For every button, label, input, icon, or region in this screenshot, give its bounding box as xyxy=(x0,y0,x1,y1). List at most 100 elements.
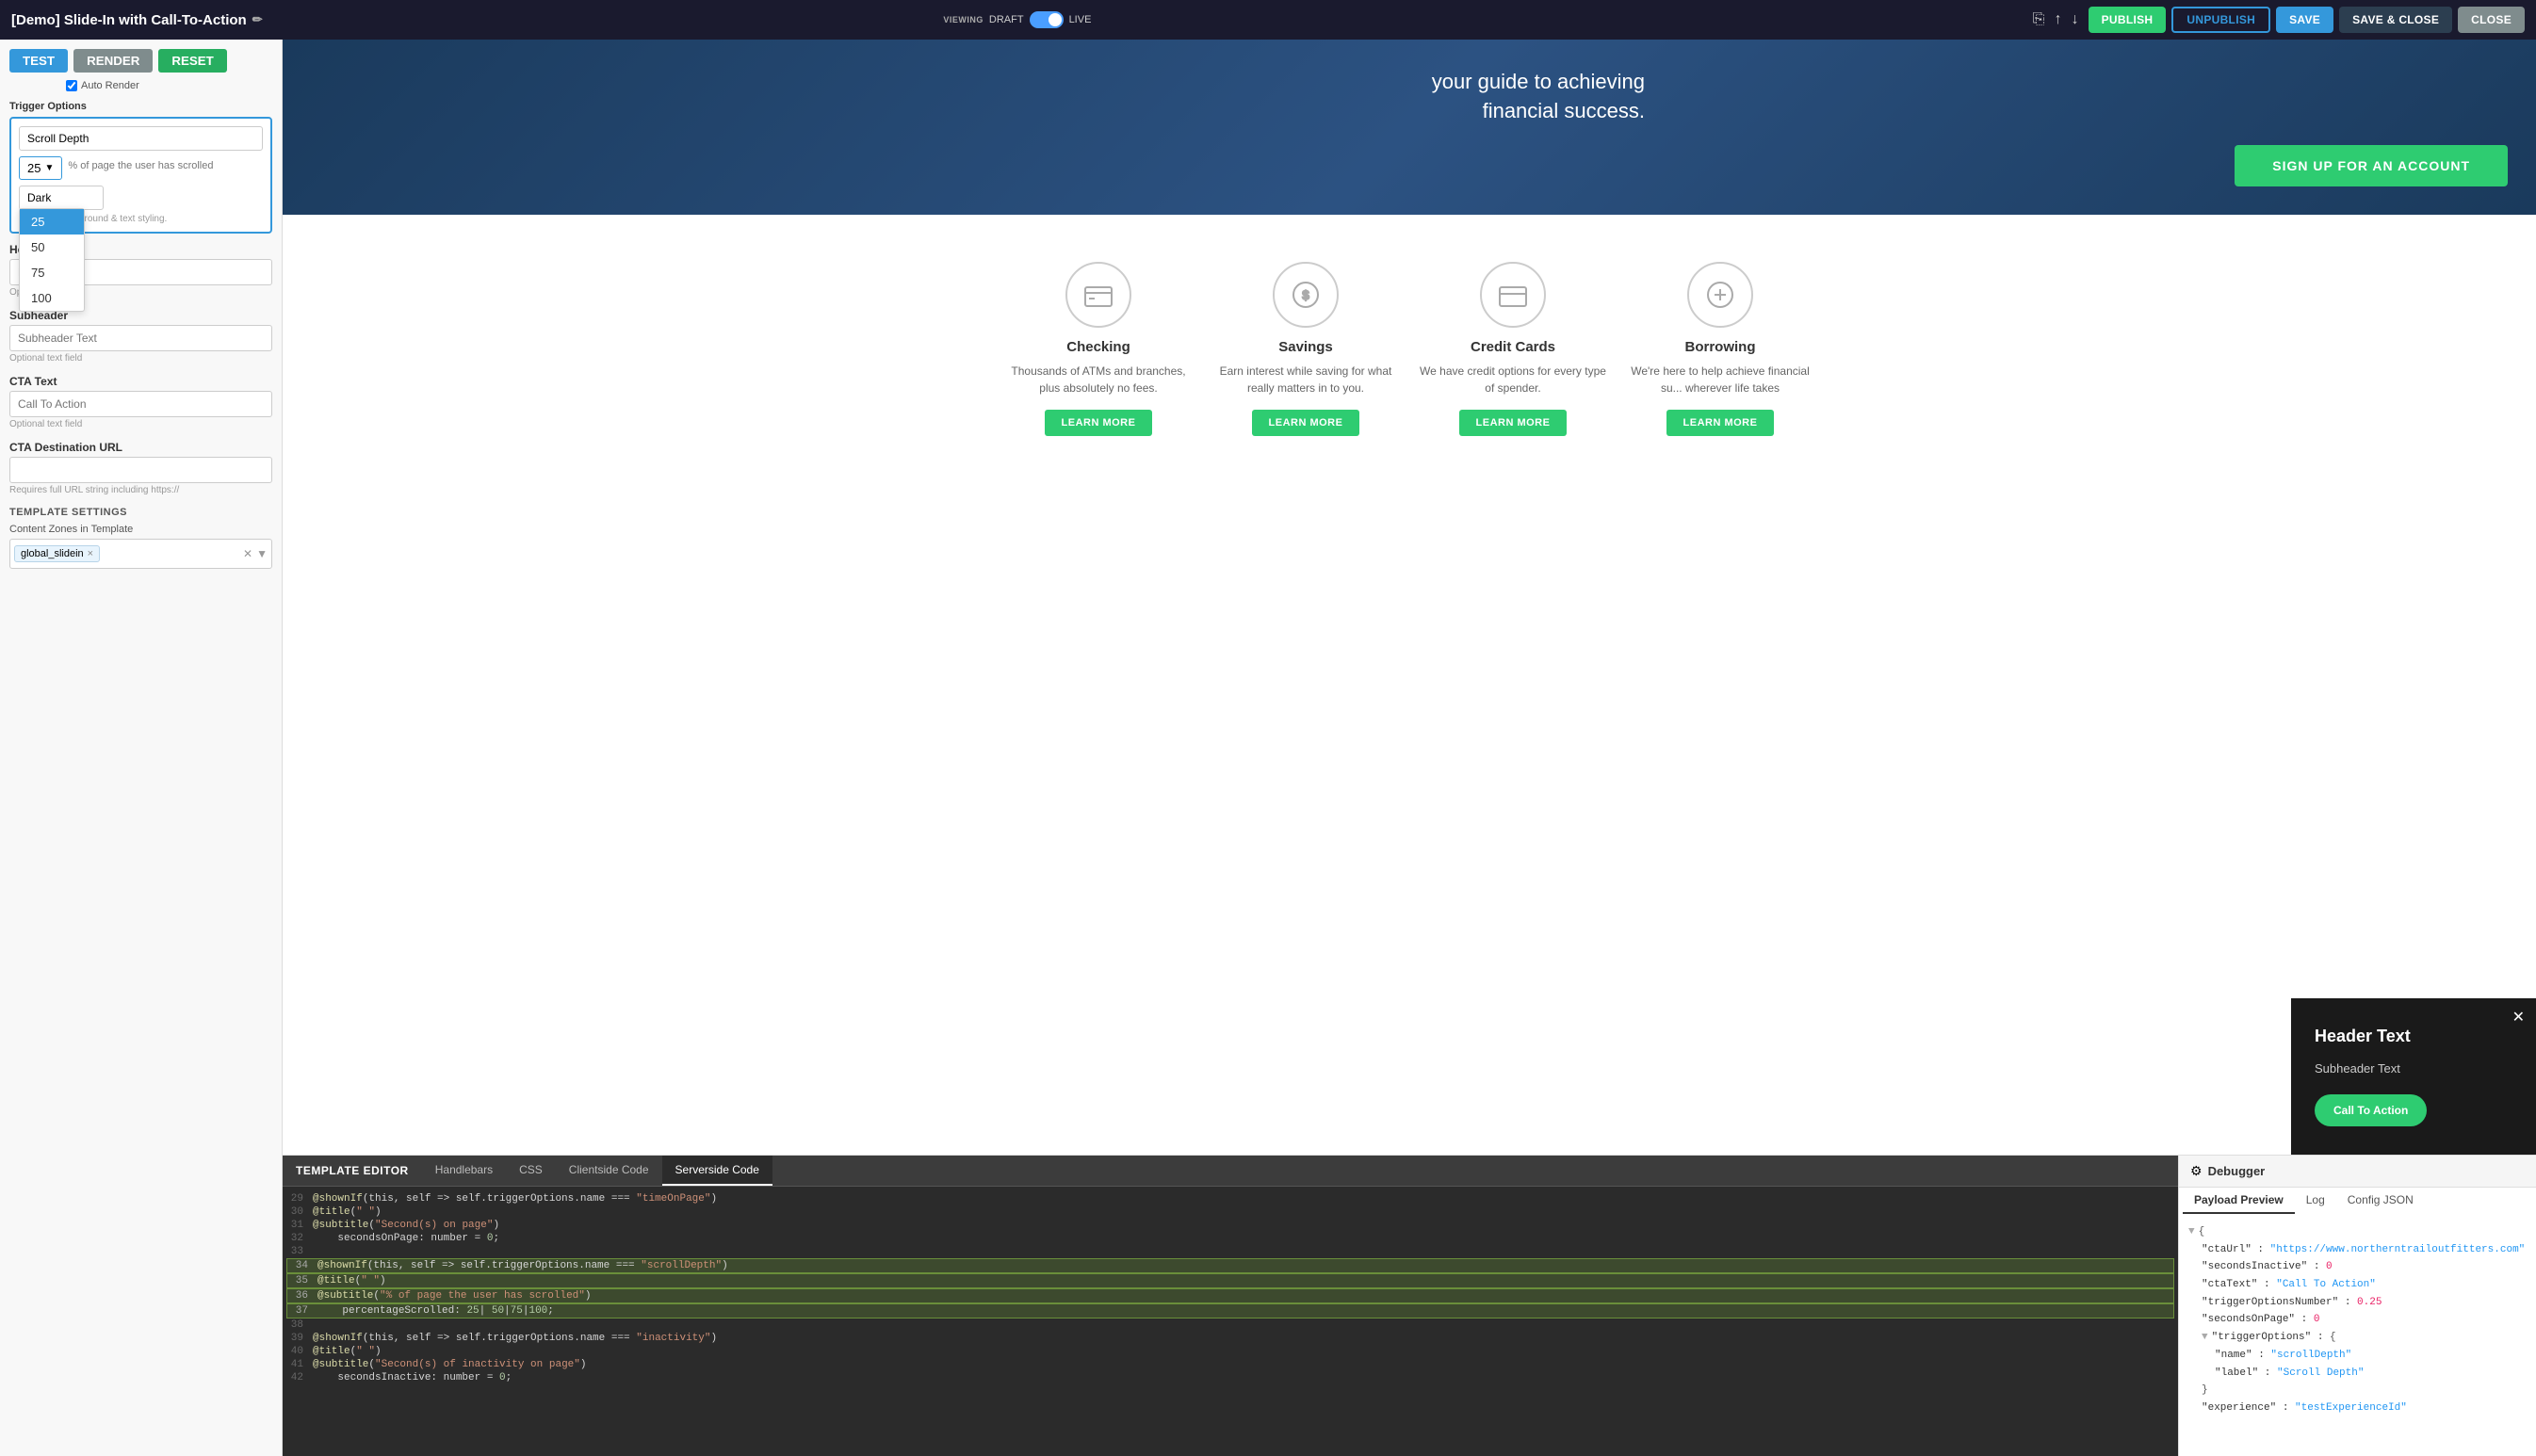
popup-close-button[interactable]: ✕ xyxy=(2512,1008,2525,1027)
trigger-description: % of page the user has scrolled xyxy=(68,160,213,171)
json-cta-text: "ctaText" : "Call To Action" xyxy=(2202,1276,2527,1294)
preview-area: your guide to achieving financial succes… xyxy=(283,40,2536,1155)
preview-hero: your guide to achieving financial succes… xyxy=(283,40,2536,215)
tab-log[interactable]: Log xyxy=(2295,1188,2336,1214)
save-close-button[interactable]: SAVE & CLOSE xyxy=(2339,7,2452,33)
dropdown-item-75[interactable]: 75 xyxy=(20,260,84,285)
upload-icon[interactable]: ↑ xyxy=(2055,11,2062,28)
auto-render-label: Auto Render xyxy=(81,80,139,91)
dropdown-item-50[interactable]: 50 xyxy=(20,235,84,260)
cta-url-label: CTA Destination URL xyxy=(9,441,272,454)
value-dropdown-trigger[interactable]: 25 ▼ xyxy=(19,156,62,180)
preview-content: your guide to achieving financial succes… xyxy=(283,40,2536,1155)
theme-select[interactable]: Dark Light xyxy=(19,186,104,210)
title-text: [Demo] Slide-In with Call-To-Action xyxy=(11,12,247,28)
action-buttons: PUBLISH UNPUBLISH SAVE SAVE & CLOSE CLOS… xyxy=(2089,7,2525,33)
tag-clear-button[interactable]: ✕ xyxy=(243,547,252,560)
hero-text: your guide to achieving financial succes… xyxy=(1174,68,1645,126)
main-layout: TEST RENDER RESET Auto Render Trigger Op… xyxy=(0,40,2536,1456)
value-row: 25 ▼ 25 50 75 100 % of page the user has… xyxy=(19,156,263,180)
card-savings: $ Savings Earn interest while saving for… xyxy=(1202,243,1409,455)
cta-text-label: CTA Text xyxy=(9,375,272,388)
tab-config-json[interactable]: Config JSON xyxy=(2336,1188,2425,1214)
close-button[interactable]: CLOSE xyxy=(2458,7,2525,33)
page-title: [Demo] Slide-In with Call-To-Action ✏ xyxy=(11,12,934,28)
json-cta-url: "ctaUrl" : "https://www.northerntrailout… xyxy=(2202,1241,2527,1259)
cta-text-section: CTA Text Optional text field xyxy=(9,375,272,429)
tab-clientside[interactable]: Clientside Code xyxy=(556,1156,662,1186)
template-editor: TEMPLATE EDITOR Handlebars CSS Clientsid… xyxy=(283,1156,2178,1456)
json-experience: "experience" : "testExperienceId" xyxy=(2202,1399,2527,1417)
code-line-31: 31 @subtitle("Second(s) on page") xyxy=(283,1219,2178,1232)
code-line-40: 40 @title(" ") xyxy=(283,1345,2178,1358)
trigger-options-label: Trigger Options xyxy=(9,101,272,112)
tag-value: global_slidein xyxy=(21,548,84,559)
dropdown-item-25[interactable]: 25 xyxy=(20,209,84,235)
debugger-header: ⚙ Debugger xyxy=(2179,1156,2536,1188)
cta-url-section: CTA Destination URL https://www.northern… xyxy=(9,441,272,495)
checking-learn-more[interactable]: LEARN MORE xyxy=(1045,410,1153,436)
debugger-content: ▼{ "ctaUrl" : "https://www.northerntrail… xyxy=(2179,1214,2536,1456)
copy-icon[interactable]: ⎘ xyxy=(2033,11,2045,28)
card-borrowing: Borrowing We're here to help achieve fin… xyxy=(1617,243,1824,455)
save-button[interactable]: SAVE xyxy=(2276,7,2333,33)
cta-url-note: Requires full URL string including https… xyxy=(9,485,272,495)
code-line-32: 32 secondsOnPage: number = 0; xyxy=(283,1232,2178,1245)
credit-learn-more[interactable]: LEARN MORE xyxy=(1459,410,1568,436)
popup-cta-button[interactable]: Call To Action xyxy=(2315,1094,2427,1126)
test-button[interactable]: TEST xyxy=(9,49,68,73)
cta-url-input[interactable]: https://www.northerntrailoutfitters.c xyxy=(9,457,272,483)
card-checking: Checking Thousands of ATMs and branches,… xyxy=(995,243,1202,455)
savings-icon: $ xyxy=(1273,262,1339,328)
editor-header: TEMPLATE EDITOR Handlebars CSS Clientsid… xyxy=(283,1156,2178,1187)
render-button[interactable]: RENDER xyxy=(73,49,153,73)
tag-global-slidein: global_slidein × xyxy=(14,545,100,562)
savings-learn-more[interactable]: LEARN MORE xyxy=(1252,410,1360,436)
live-label: LIVE xyxy=(1069,14,1092,25)
trigger-type-select[interactable]: Scroll Depth Time on Page Inactivity xyxy=(19,126,263,151)
tab-serverside[interactable]: Serverside Code xyxy=(662,1156,772,1186)
savings-desc: Earn interest while saving for what real… xyxy=(1211,363,1400,396)
json-trigger-options-open: ▼"triggerOptions" : { xyxy=(2202,1329,2527,1347)
json-open-brace: ▼{ xyxy=(2188,1223,2527,1241)
tag-dropdown-button[interactable]: ▼ xyxy=(256,547,268,560)
bottom-area: TEMPLATE EDITOR Handlebars CSS Clientsid… xyxy=(283,1155,2536,1456)
tab-css[interactable]: CSS xyxy=(506,1156,556,1186)
code-line-37: 37 percentageScrolled: 25| 50|75|100; xyxy=(286,1303,2174,1318)
json-seconds-inactive: "secondsInactive" : 0 xyxy=(2202,1258,2527,1276)
credit-title: Credit Cards xyxy=(1419,339,1607,355)
auto-render-checkbox[interactable] xyxy=(66,80,77,91)
json-trigger-close: } xyxy=(2202,1382,2527,1399)
borrowing-learn-more[interactable]: LEARN MORE xyxy=(1666,410,1775,436)
tab-payload-preview[interactable]: Payload Preview xyxy=(2183,1188,2295,1214)
json-seconds-on-page: "secondsOnPage" : 0 xyxy=(2202,1311,2527,1329)
card-credit: Credit Cards We have credit options for … xyxy=(1409,243,1617,455)
code-line-42: 42 secondsInactive: number = 0; xyxy=(283,1371,2178,1384)
borrowing-title: Borrowing xyxy=(1626,339,1814,355)
borrowing-icon xyxy=(1687,262,1753,328)
code-line-39: 39 @shownIf(this, self => self.triggerOp… xyxy=(283,1332,2178,1345)
theme-row: Dark Light xyxy=(19,186,263,210)
json-trigger-label: "label" : "Scroll Depth" xyxy=(2215,1365,2527,1383)
tab-handlebars[interactable]: Handlebars xyxy=(422,1156,506,1186)
viewing-group: VIEWING DRAFT LIVE xyxy=(943,11,1091,28)
draft-live-toggle[interactable] xyxy=(1030,11,1064,28)
debugger-tabs: Payload Preview Log Config JSON xyxy=(2179,1188,2536,1214)
dropdown-item-100[interactable]: 100 xyxy=(20,285,84,311)
json-trigger-num: "triggerOptionsNumber" : 0.25 xyxy=(2202,1294,2527,1312)
reset-button[interactable]: RESET xyxy=(158,49,226,73)
dropdown-popup: 25 50 75 100 xyxy=(19,208,85,312)
popup-subheader: Subheader Text xyxy=(2315,1061,2512,1076)
download-icon[interactable]: ↓ xyxy=(2072,11,2079,28)
editor-tabs: Handlebars CSS Clientside Code Serversid… xyxy=(422,1156,772,1186)
unpublish-button[interactable]: UNPUBLISH xyxy=(2171,7,2270,33)
publish-button[interactable]: PUBLISH xyxy=(2089,7,2167,33)
savings-title: Savings xyxy=(1211,339,1400,355)
cta-text-input[interactable] xyxy=(9,391,272,417)
subheader-input[interactable] xyxy=(9,325,272,351)
edit-icon[interactable]: ✏ xyxy=(252,12,263,27)
trigger-select-row: Scroll Depth Time on Page Inactivity xyxy=(19,126,263,151)
tag-remove-icon[interactable]: × xyxy=(88,548,93,559)
signup-button[interactable]: SIGN UP FOR AN ACCOUNT xyxy=(2235,145,2508,186)
draft-label: DRAFT xyxy=(989,14,1024,25)
